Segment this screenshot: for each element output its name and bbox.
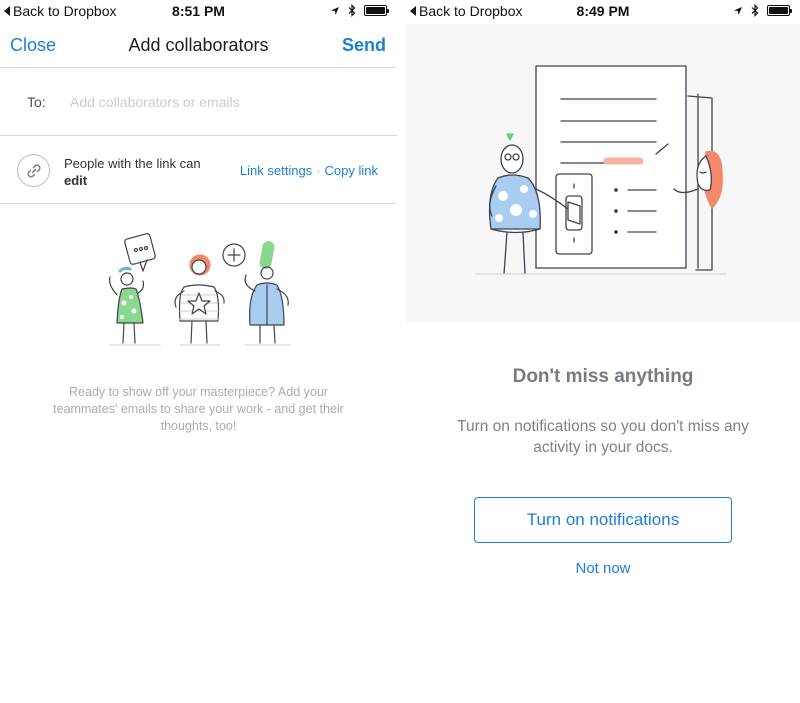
link-sharing-row: People with the link can edit Link setti…: [0, 136, 397, 204]
to-label: To:: [27, 94, 46, 110]
empty-state-message: Ready to show off your masterpiece? Add …: [53, 385, 344, 433]
status-bar: Back to Dropbox 8:51 PM: [0, 0, 397, 24]
bluetooth-icon: [751, 4, 759, 17]
status-icons: [330, 4, 389, 17]
link-icon-circle: [17, 154, 50, 187]
screen-divider: [397, 0, 406, 703]
app-wrapper: Back to Dropbox 8:51 PM Close Add collab…: [0, 0, 800, 703]
link-actions: Link settings · Copy link: [240, 163, 378, 178]
status-icons-right: [733, 4, 792, 17]
collaborators-illustration: [109, 233, 291, 346]
link-icon: [26, 163, 41, 178]
collaborators-input[interactable]: [70, 90, 370, 114]
notifications-illustration: [475, 65, 727, 275]
bluetooth-icon: [348, 4, 356, 17]
location-arrow-icon: [734, 6, 742, 15]
link-permission-level: edit: [64, 173, 88, 188]
location-arrow-icon: [331, 6, 339, 15]
notifications-description: Turn on notifications so you don't miss …: [457, 418, 749, 456]
not-now-button[interactable]: Not now: [406, 560, 800, 577]
battery-icon: [364, 5, 389, 16]
battery-icon: [767, 5, 792, 16]
to-field-row: To:: [0, 68, 397, 136]
copy-link-link[interactable]: Copy link: [325, 163, 378, 178]
link-permission-line1: People with the link can: [64, 156, 201, 171]
navigation-bar: Close Add collaborators Send: [0, 24, 397, 68]
link-actions-separator: ·: [316, 163, 321, 178]
notifications-hero: [406, 24, 800, 322]
link-permission-text: People with the link can edit: [64, 155, 201, 189]
notifications-title: Don't miss anything: [512, 366, 694, 387]
notifications-prompt-screen: Back to Dropbox 8:49 PM Don't miss anyth…: [406, 0, 800, 703]
send-button[interactable]: Send: [342, 35, 386, 56]
add-collaborators-screen: Back to Dropbox 8:51 PM Close Add collab…: [0, 0, 397, 703]
status-bar-right: Back to Dropbox 8:49 PM: [406, 0, 800, 24]
page-title: Add collaborators: [128, 35, 269, 55]
link-settings-link[interactable]: Link settings: [240, 163, 312, 178]
turn-on-notifications-button[interactable]: Turn on notifications: [474, 497, 732, 543]
